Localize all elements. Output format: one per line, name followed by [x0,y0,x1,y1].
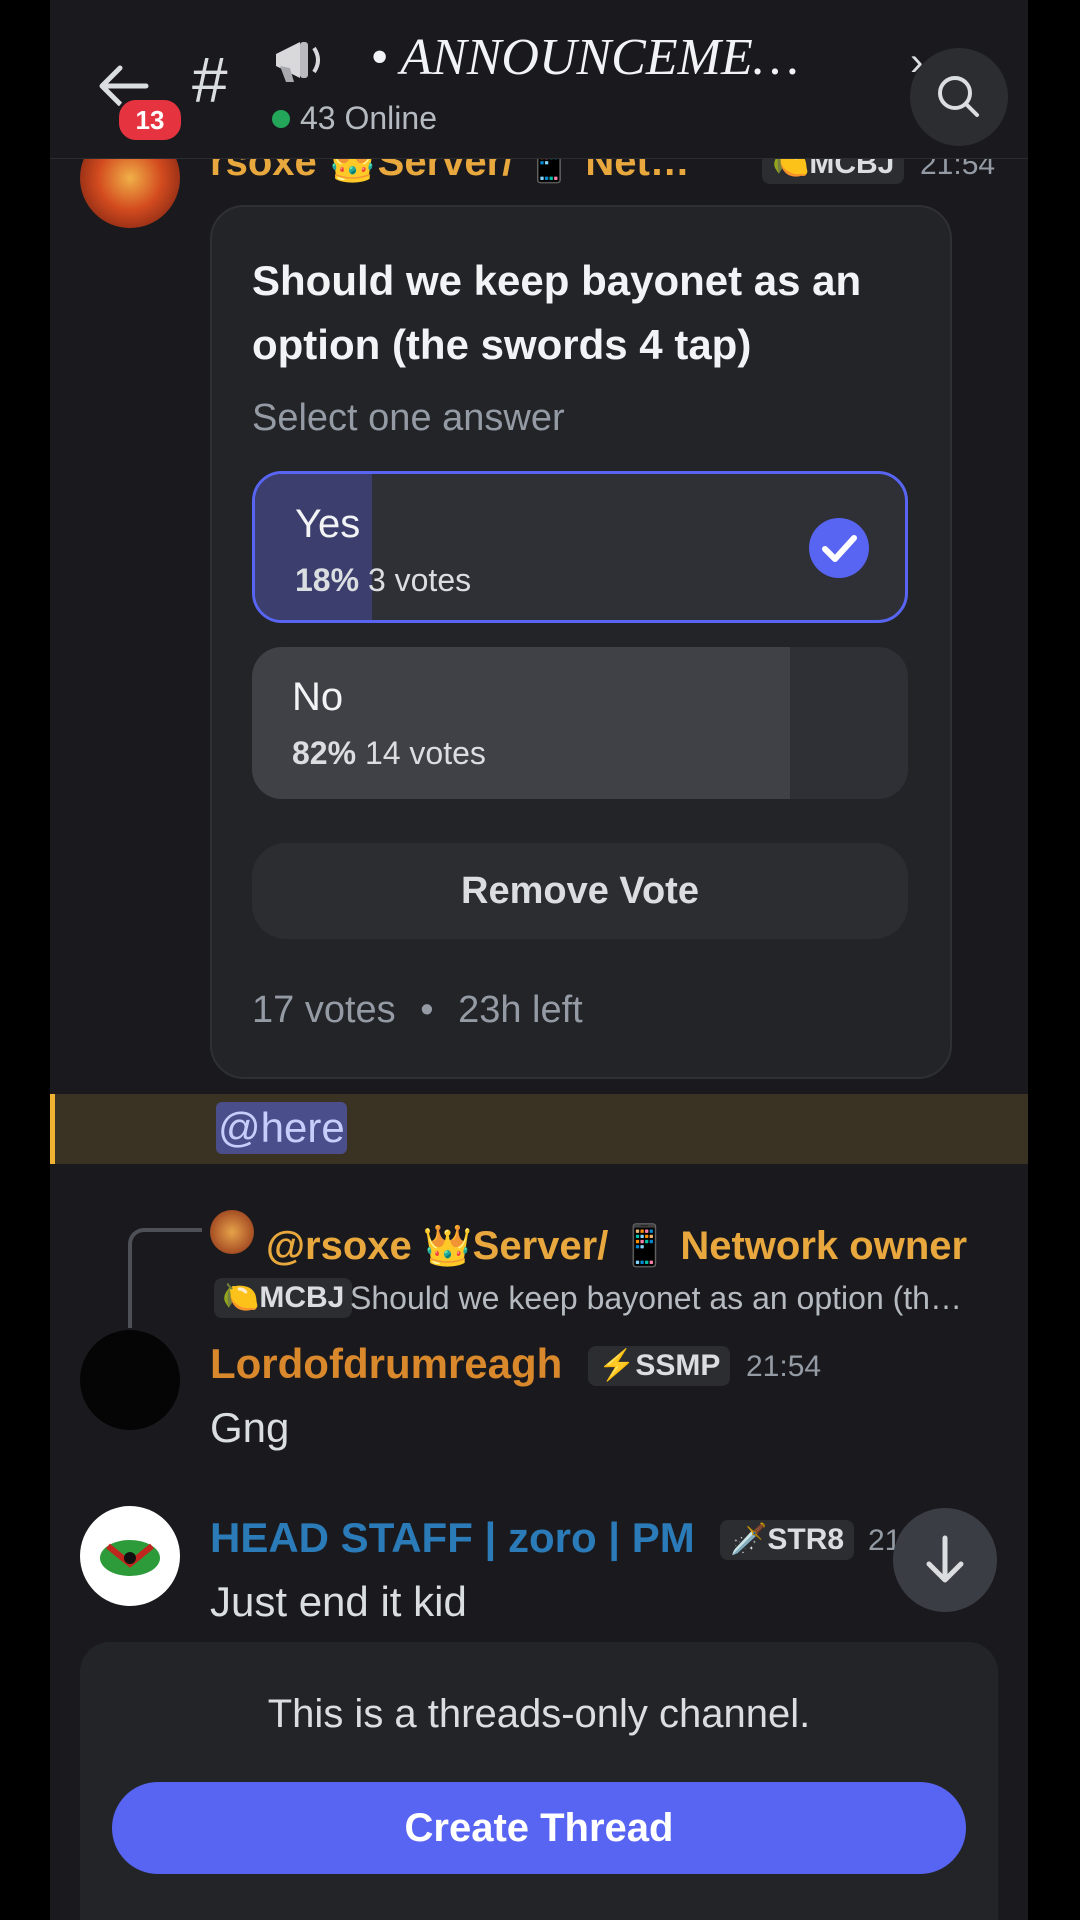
here-mention[interactable]: @here [216,1102,347,1154]
mention-message-row: @here [50,1094,1028,1164]
poll-option-votes: 14 votes [364,735,486,771]
poll-option-meta: 82% 14 votes [292,735,486,772]
app-root: 13 # • ANNOUNCEME… › 43 Online rsoxe 👑Se… [50,0,1028,1920]
poll-option-no[interactable]: No 82% 14 votes [252,647,908,799]
avatar-lordofdrumreagh[interactable] [80,1330,180,1430]
jump-to-bottom-button[interactable] [893,1508,997,1612]
poll-option-label: No [292,675,344,719]
search-button[interactable] [910,48,1008,146]
avatar-zoro[interactable] [80,1506,180,1606]
reply-avatar [210,1210,254,1254]
megaphone-icon [270,34,330,86]
poll-footer-separator: • [420,989,434,1031]
poll-option-meta: 18% 3 votes [295,562,471,599]
message-timestamp: 21:54 [746,1350,822,1383]
poll-option-percent: 18% [295,562,360,598]
hash-icon: # [192,44,228,116]
poll-option-fill [252,647,790,799]
threads-only-panel: This is a threads-only channel. Create T… [80,1642,998,1920]
poll-option-yes[interactable]: Yes 18% 3 votes [252,471,908,623]
arrow-down-icon [926,1535,964,1583]
server-tag: ⚡SSMP [588,1346,731,1386]
poll-option-votes: 3 votes [367,562,472,598]
unread-badge: 13 [116,97,184,143]
poll-option-label: Yes [295,502,361,546]
username-lordofdrumreagh[interactable]: Lordofdrumreagh [210,1340,562,1388]
create-thread-button[interactable]: Create Thread [112,1782,966,1874]
poll-total-votes: 17 votes [252,989,396,1031]
channel-title[interactable]: • ANNOUNCEME… [370,28,799,87]
online-status-dot [272,110,290,128]
channel-header: 13 # • ANNOUNCEME… › 43 Online [50,0,1028,159]
message-text: Just end it kid [210,1578,467,1625]
threads-only-notice: This is a threads-only channel. [267,1692,811,1736]
checkmark-icon [809,518,869,578]
server-tag: 🗡️STR8 [720,1520,855,1560]
poll-subtitle: Select one answer [252,397,565,439]
poll-option-percent: 82% [292,735,357,771]
online-count: 43 Online [300,100,437,136]
poll-time-left: 23h left [458,989,583,1031]
reply-server-tag: 🍋MCBJ [214,1278,353,1318]
search-icon [938,76,979,117]
reply-preview-text[interactable]: Should we keep bayonet as an option (th… [350,1280,962,1317]
username-zoro[interactable]: HEAD STAFF | zoro | PM [210,1514,695,1562]
poll-footer: 17 votes • 23h left [252,989,583,1032]
poll-card: Should we keep bayonet as an option (the… [210,205,952,1079]
remove-vote-button[interactable]: Remove Vote [252,843,908,939]
reply-username[interactable]: @rsoxe 👑Server/ 📱 Network owner [266,1222,967,1269]
message-text: Gng [210,1404,290,1451]
poll-question: Should we keep bayonet as an option (the… [252,257,862,368]
reply-connector [128,1228,202,1328]
